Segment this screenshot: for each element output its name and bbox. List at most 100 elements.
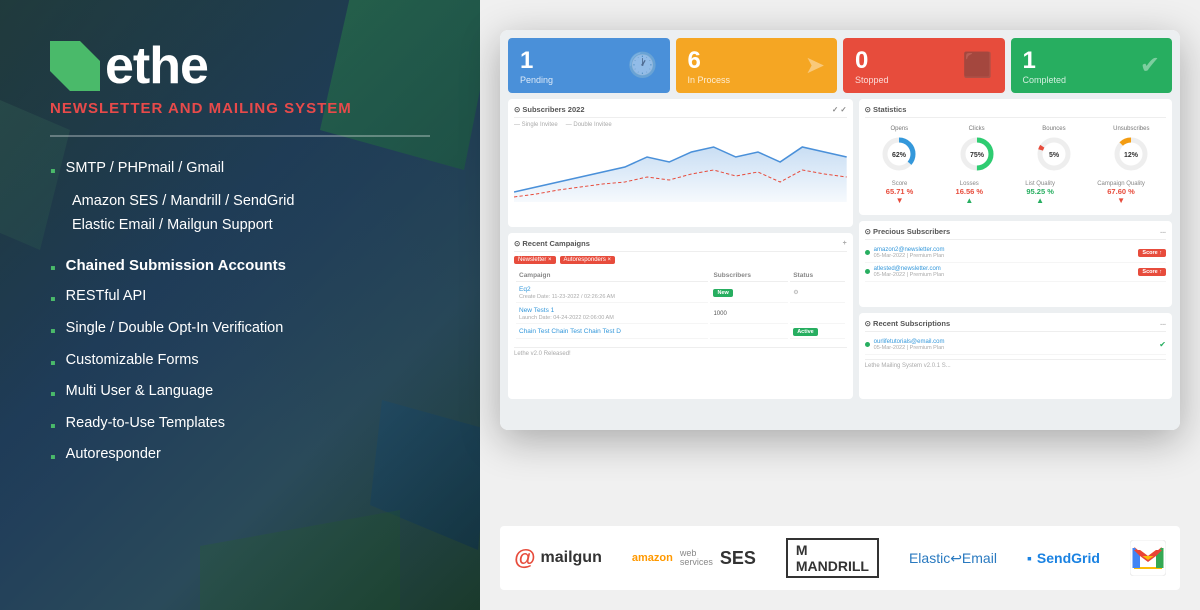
col-subscribers: Subscribers <box>710 270 788 282</box>
campaign-row-3: Chain Test Chain Test Chain Test D Activ… <box>516 326 845 339</box>
campaign-table: Campaign Subscribers Status Eq2 <box>514 268 847 341</box>
smtp-group: ▪ SMTP / PHPmail / Gmail Amazon SES / Ma… <box>50 157 430 238</box>
campaign-status-3: Active <box>790 326 844 339</box>
circle-unsub: Unsubscribes 12% <box>1112 126 1150 173</box>
recent-subscriptions-title: ⊙ Recent Subscriptions <box>865 319 950 328</box>
left-panel: ethe Newsletter and Mailing System ▪ SMT… <box>0 0 480 610</box>
stat-losses: Losses 16.56 % ▲ <box>956 181 984 205</box>
app-subtitle: Newsletter and Mailing System <box>50 100 430 117</box>
chart-legend: — Single Invitee — Double Invitee <box>514 122 847 128</box>
svg-text:12%: 12% <box>1124 152 1139 159</box>
main-container: ethe Newsletter and Mailing System ▪ SMT… <box>0 0 1200 610</box>
amazon-text: amazon <box>632 552 673 564</box>
subscriber-left-2: atlested@newsletter.com 05-Mar-2022 | Pr… <box>865 266 945 278</box>
mandrill-text: M MANDRILL <box>786 538 879 578</box>
gmail-logo <box>1130 540 1166 576</box>
amazon-logo: amazon webservices SES <box>632 548 756 569</box>
subscriber-badge-1: Score ↑ <box>1138 249 1166 257</box>
subscriber-left-1: amazon2@newsletter.com 05-Mar-2022 | Pre… <box>865 247 945 259</box>
stop-icon: ⬛ <box>963 51 993 80</box>
recent-sub-left-1: ourlifetutorials@email.com 05-Mar-2022 |… <box>865 339 945 351</box>
circle-bounces: Bounces 5% <box>1035 126 1073 173</box>
subscriber-dot-1 <box>865 250 870 255</box>
statistics-panel-header: ⊙ Statistics <box>865 105 1166 118</box>
stat-card-inprocess: 6 In Process ➤ <box>676 38 838 93</box>
statistics-panel-title: ⊙ Statistics <box>865 105 907 114</box>
autoresponders-filter[interactable]: Autoresponders × <box>560 256 616 264</box>
precious-subscribers-title: ⊙ Precious Subscribers <box>865 227 951 236</box>
geo-decoration-3 <box>200 510 400 610</box>
recent-sub-row-1: ourlifetutorials@email.com 05-Mar-2022 |… <box>865 336 1166 355</box>
stat-card-completed: 1 Completed ✔ <box>1011 38 1173 93</box>
stat-label-stopped: Stopped <box>855 75 889 85</box>
recent-subscriptions-panel: ⊙ Recent Subscriptions ... ourlifetutori… <box>859 313 1172 399</box>
stats-row: 1 Pending 🕐 6 In Process ➤ <box>508 38 1172 93</box>
stat-info-pending: 1 Pending <box>520 47 553 85</box>
bullet-icon: ▪ <box>50 159 56 185</box>
campaign-status-2 <box>790 305 844 324</box>
stat-values-row: Score 65.71 % ▼ Losses 16.56 % ▲ <box>865 177 1166 207</box>
campaign-row-2: New Tests 1 Launch Date: 04-24-2022 02:0… <box>516 305 845 324</box>
campaign-status-1: ⚙ <box>790 284 844 303</box>
recent-subs-tag: ... <box>1160 320 1166 327</box>
stat-info-stopped: 0 Stopped <box>855 47 889 85</box>
logo-text: ethe <box>105 40 208 92</box>
campaign-sub-2: 1000 <box>710 305 788 324</box>
precious-tag: ... <box>1160 228 1166 235</box>
circle-unsub-label: Unsubscribes <box>1113 126 1149 132</box>
check-icon-sub: ✔ <box>1159 340 1166 349</box>
bullet-icon-1: ▪ <box>50 256 56 282</box>
stat-card-stopped: 0 Stopped ⬛ <box>843 38 1005 93</box>
donut-unsub: 12% <box>1112 135 1150 173</box>
recent-sub-dot-1 <box>865 342 870 347</box>
donut-clicks: 75% <box>958 135 996 173</box>
statistics-panel: ⊙ Statistics Opens 62% <box>859 99 1172 215</box>
precious-subscribers-header: ⊙ Precious Subscribers ... <box>865 227 1166 240</box>
stat-number-inprocess: 6 <box>688 47 731 75</box>
divider <box>50 135 430 137</box>
ses-text: SES <box>720 548 756 569</box>
dash-content-row: ⊙ Subscribers 2022 ✓ ✓ — Single Invitee … <box>508 99 1172 399</box>
stat-list-quality: List Quality 95.25 % ▲ <box>1025 181 1055 205</box>
campaign-row-1: Eq2 Create Date: 11-23-2022 / 02:26:26 A… <box>516 284 845 303</box>
dash-right-col: ⊙ Statistics Opens 62% <box>859 99 1172 399</box>
sendgrid-text: SendGrid <box>1037 550 1100 566</box>
campaign-name-1: Eq2 Create Date: 11-23-2022 / 02:26:26 A… <box>516 284 708 303</box>
dash-left-col: ⊙ Subscribers 2022 ✓ ✓ — Single Invitee … <box>508 99 853 399</box>
subscriber-details-1: amazon2@newsletter.com 05-Mar-2022 | Pre… <box>874 247 945 259</box>
amazon-web-text: webservices <box>680 549 713 567</box>
stat-number-stopped: 0 <box>855 47 889 75</box>
subscriber-row-2: atlested@newsletter.com 05-Mar-2022 | Pr… <box>865 263 1166 282</box>
feature-multiuser: ▪ Multi User & Language <box>50 380 430 408</box>
col-status: Status <box>790 270 844 282</box>
chart-area <box>514 132 847 212</box>
campaign-name-2: New Tests 1 Launch Date: 04-24-2022 02:0… <box>516 305 708 324</box>
stat-campaign-quality: Campaign Quality 67.60 % ▼ <box>1097 181 1145 205</box>
svg-text:75%: 75% <box>970 152 985 159</box>
right-panel: 1 Pending 🕐 6 In Process ➤ <box>480 0 1200 610</box>
circle-clicks-label: Clicks <box>969 126 985 132</box>
campaign-table-header: Campaign Subscribers Status <box>516 270 845 282</box>
newsletter-filter[interactable]: Newsletter × <box>514 256 556 264</box>
svg-text:62%: 62% <box>892 152 907 159</box>
dashboard-footer-right: Lethe Mailing System v2.0.1 S... <box>865 359 1166 369</box>
line-chart-svg <box>514 132 847 202</box>
bullet-icon-5: ▪ <box>50 382 56 408</box>
campaign-sub-3 <box>710 326 788 339</box>
circle-bounces-label: Bounces <box>1042 126 1065 132</box>
dashboard-inner: 1 Pending 🕐 6 In Process ➤ <box>500 30 1180 430</box>
logo-x-shape <box>50 41 100 91</box>
stat-label-pending: Pending <box>520 75 553 85</box>
send-icon: ➤ <box>805 51 825 80</box>
subscribers-panel-header: ⊙ Subscribers 2022 ✓ ✓ <box>514 105 847 118</box>
subscriber-row-1: amazon2@newsletter.com 05-Mar-2022 | Pre… <box>865 244 1166 263</box>
mailgun-text: mailgun <box>541 549 602 567</box>
mailgun-at-icon: @ <box>514 545 535 571</box>
campaigns-panel: ⊙ Recent Campaigns + Newsletter × Autore… <box>508 233 853 399</box>
feature-autoresponder: ▪ Autoresponder <box>50 443 430 471</box>
circle-clicks: Clicks 75% <box>958 126 996 173</box>
subscribers-tag: ✓ ✓ <box>832 105 847 114</box>
feature-chained: ▪ Chained Submission Accounts <box>50 254 430 282</box>
subscribers-panel-title: ⊙ Subscribers 2022 <box>514 105 585 114</box>
bullet-icon-2: ▪ <box>50 287 56 313</box>
